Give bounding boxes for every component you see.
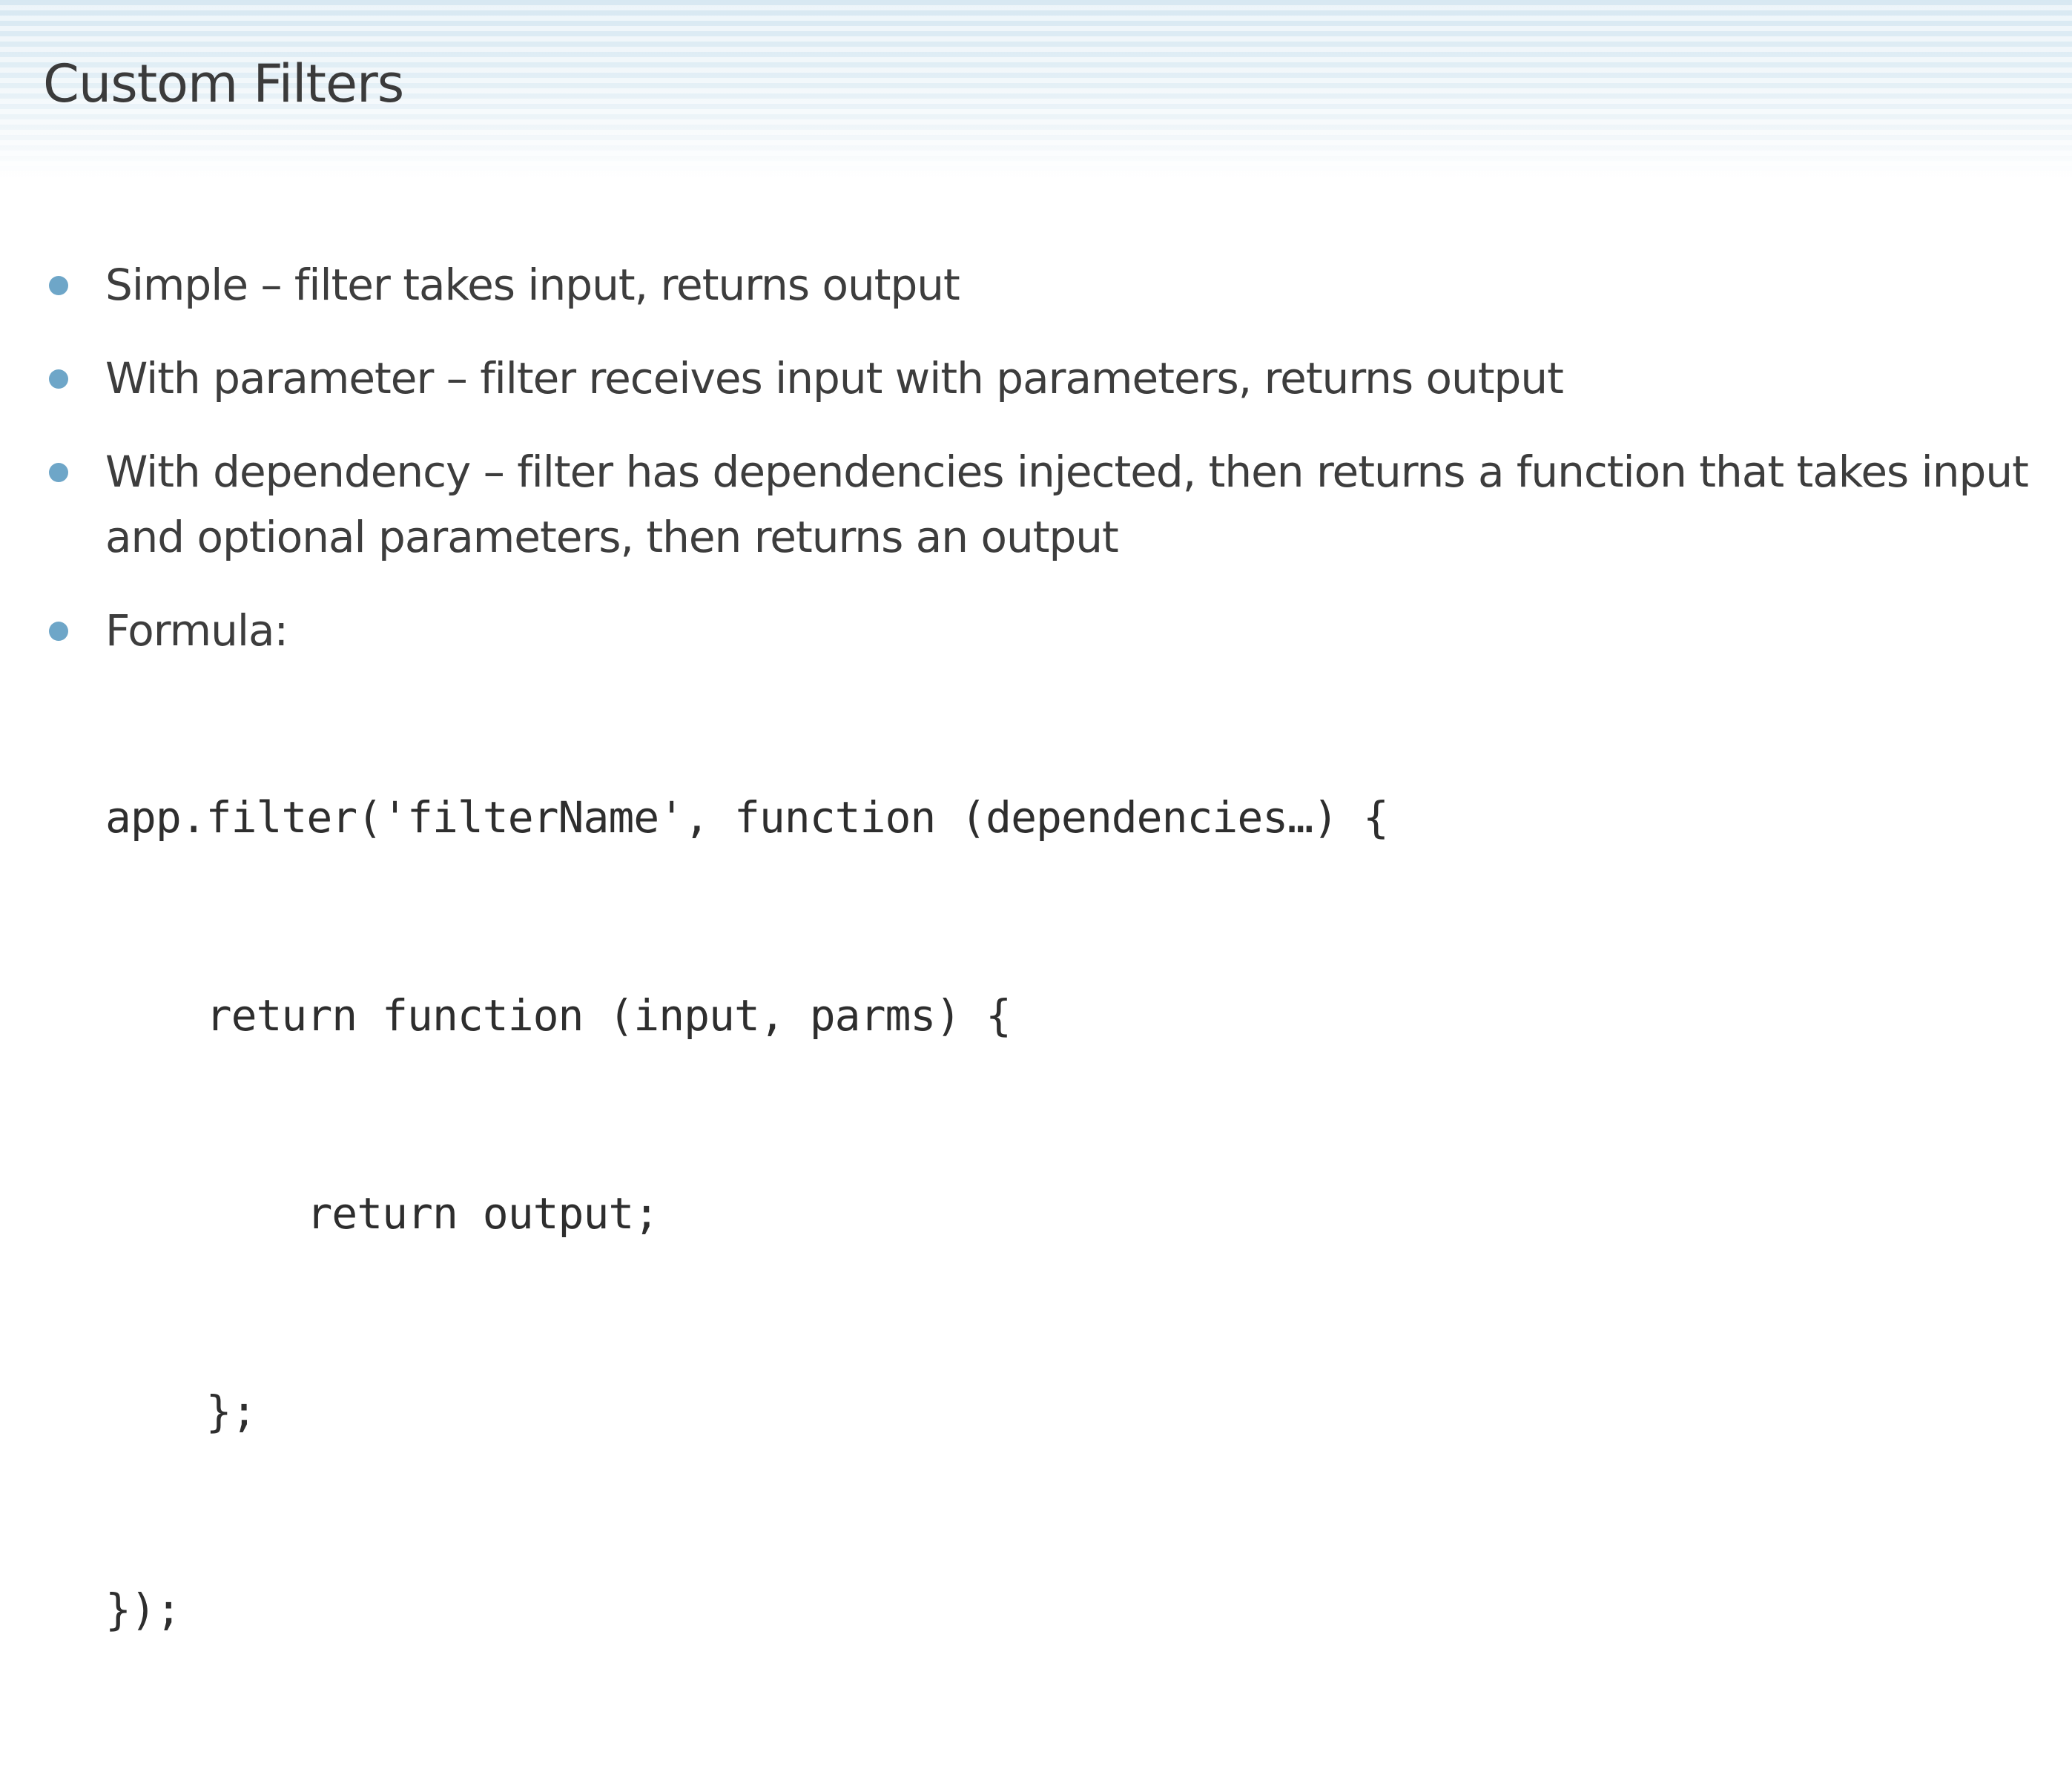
bullet-item-with-dependency: With dependency – filter has dependencie… — [44, 439, 2032, 570]
bullet-dot-icon — [49, 369, 68, 389]
code-line: return function (input, parms) { — [105, 990, 1012, 1041]
bullet-list: Simple – filter takes input, returns out… — [44, 252, 2032, 663]
bullet-item-simple: Simple – filter takes input, returns out… — [44, 252, 2032, 317]
bullet-dot-icon — [49, 276, 68, 295]
code-line: }); — [105, 1584, 182, 1635]
code-line: return output; — [105, 1188, 659, 1239]
bullet-dot-icon — [49, 463, 68, 482]
bullet-text: Simple – filter takes input, returns out… — [105, 260, 960, 310]
code-line: app.filter('filterName', function (depen… — [105, 792, 1389, 843]
code-block: app.filter('filterName', function (depen… — [105, 653, 1389, 1775]
bullet-text: With parameter – filter receives input w… — [105, 353, 1564, 404]
bullet-text: With dependency – filter has dependencie… — [105, 447, 2029, 562]
bullet-text: Formula: — [105, 605, 288, 656]
bullet-item-with-parameter: With parameter – filter receives input w… — [44, 346, 2032, 411]
slide: Custom Filters Simple – filter takes inp… — [0, 0, 2072, 1635]
bullet-dot-icon — [49, 622, 68, 641]
slide-title: Custom Filters — [43, 53, 404, 114]
code-line: }; — [105, 1386, 257, 1437]
